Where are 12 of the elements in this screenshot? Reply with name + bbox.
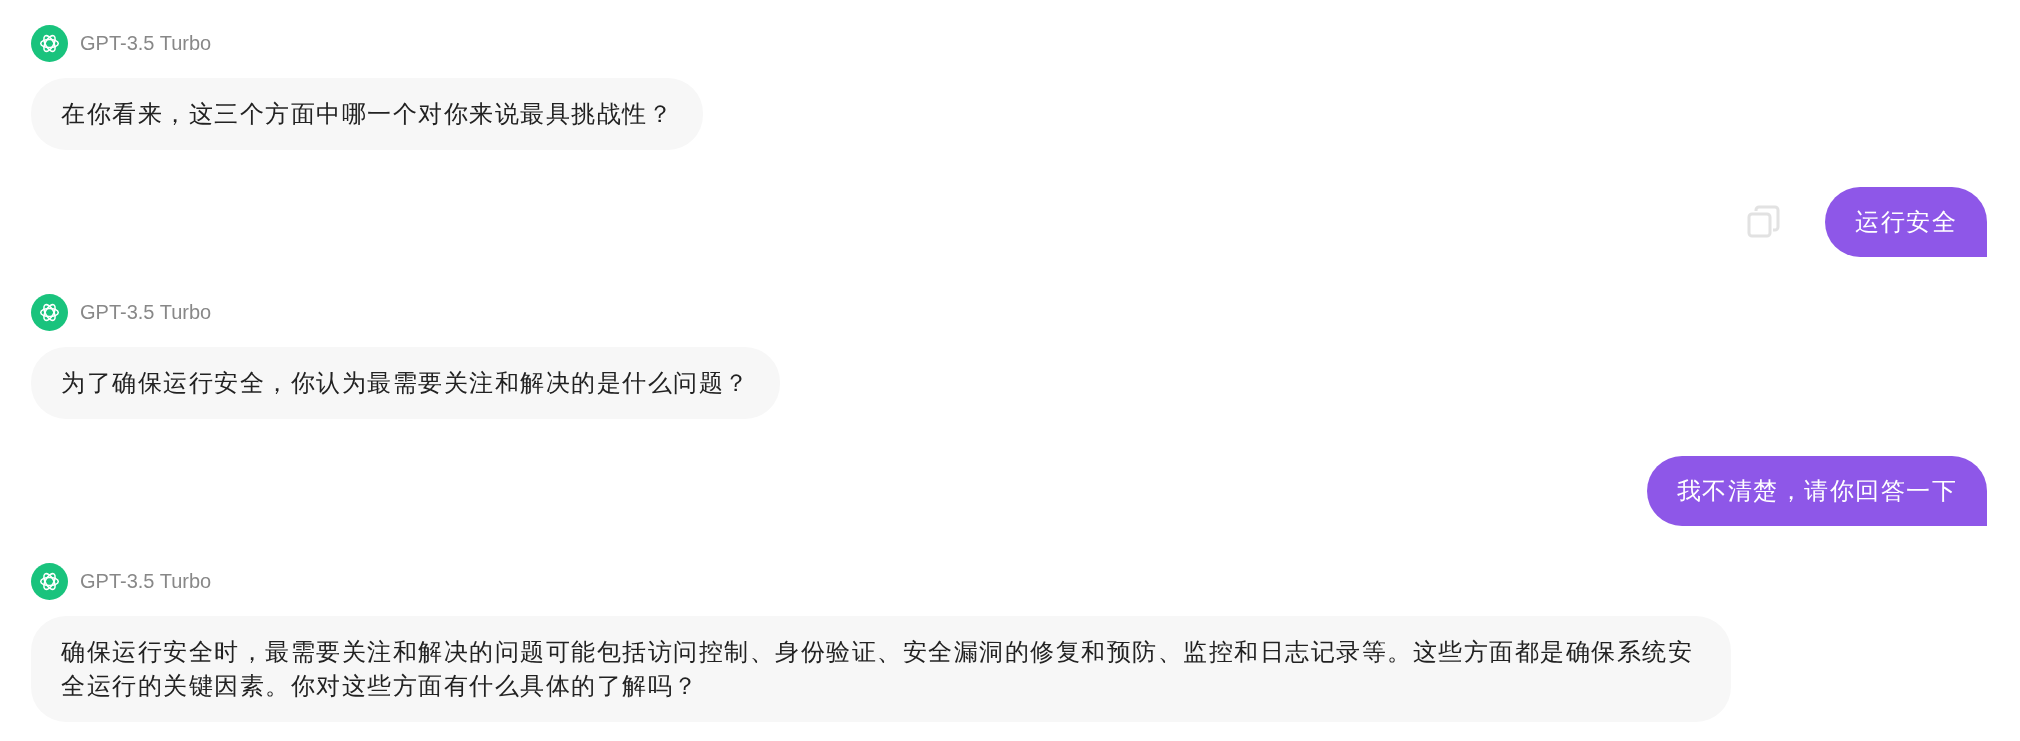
bot-avatar-icon bbox=[31, 25, 68, 62]
assistant-message: 为了确保运行安全，你认为最需要关注和解决的是什么问题？ bbox=[31, 347, 780, 419]
sender-name: GPT-3.5 Turbo bbox=[80, 570, 212, 593]
bot-avatar-icon bbox=[31, 563, 68, 600]
assistant-message: 在你看来，这三个方面中哪一个对你来说最具挑战性？ bbox=[31, 78, 703, 150]
bot-avatar-icon bbox=[31, 294, 68, 331]
copy-icon[interactable] bbox=[1747, 205, 1781, 239]
user-message: 我不清楚，请你回答一下 bbox=[1646, 456, 1987, 526]
sender-name: GPT-3.5 Turbo bbox=[80, 32, 212, 55]
sender-name: GPT-3.5 Turbo bbox=[80, 301, 212, 324]
user-message: 运行安全 bbox=[1825, 187, 1987, 257]
assistant-message: 确保运行安全时，最需要关注和解决的问题可能包括访问控制、身份验证、安全漏洞的修复和预防、监控和日志记录等。这些方面都是确保系统安全运行的关键因素。你对这些方面有什么具体的了解吗？ bbox=[31, 616, 1731, 722]
